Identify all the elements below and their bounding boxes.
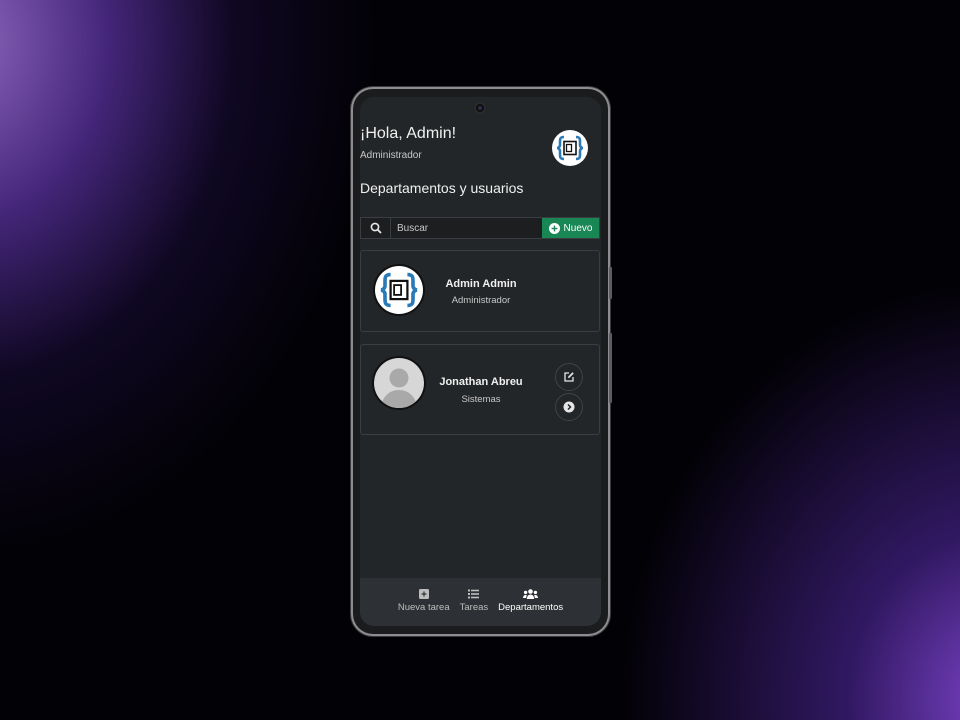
phone-frame: ¡Hola, Admin! Administrador Departamento… — [353, 89, 612, 634]
volume-button — [609, 267, 612, 299]
user-role: Administrador — [360, 150, 422, 161]
new-button[interactable]: Nuevo — [542, 218, 599, 238]
bottom-navigation: Nueva tarea Tareas Departamentos — [360, 578, 601, 626]
plus-square-icon — [418, 589, 429, 599]
brackets-logo-icon[interactable] — [552, 130, 588, 166]
nav-label: Nueva tarea — [397, 602, 450, 613]
main-content: ¡Hola, Admin! Administrador Departamento… — [360, 97, 601, 626]
search-icon[interactable] — [361, 218, 391, 238]
user-name: Admin Admin — [445, 278, 517, 290]
nav-item-nueva-tarea[interactable]: Nueva tarea — [398, 589, 450, 626]
open-button[interactable] — [555, 393, 583, 421]
edit-button[interactable] — [555, 363, 583, 391]
user-name: Jonathan Abreu — [439, 376, 523, 388]
section-title: Departamentos y usuarios — [360, 180, 524, 196]
user-department: Administrador — [451, 295, 511, 306]
users-icon — [523, 589, 539, 599]
greeting-title: ¡Hola, Admin! — [360, 125, 457, 142]
new-button-label: Nuevo — [563, 222, 593, 234]
nav-label: Departamentos — [498, 602, 564, 613]
user-card[interactable]: Admin Admin Administrador — [360, 250, 600, 332]
user-card[interactable]: Jonathan Abreu Sistemas — [360, 344, 600, 435]
search-input[interactable] — [391, 218, 542, 238]
user-department: Sistemas — [461, 394, 501, 405]
app-screen: ¡Hola, Admin! Administrador Departamento… — [360, 97, 601, 626]
power-button — [609, 333, 612, 403]
nav-item-departamentos[interactable]: Departamentos — [498, 589, 563, 626]
plus-circle-icon — [548, 222, 560, 234]
nav-item-tareas[interactable]: Tareas — [459, 589, 489, 626]
brackets-logo-icon — [375, 266, 423, 314]
list-icon — [468, 589, 480, 599]
search-bar: Nuevo — [360, 217, 600, 239]
nav-label: Tareas — [459, 602, 489, 613]
default-user-avatar — [374, 358, 424, 408]
edit-icon — [564, 372, 574, 382]
chevron-right-circle-icon — [563, 401, 575, 413]
